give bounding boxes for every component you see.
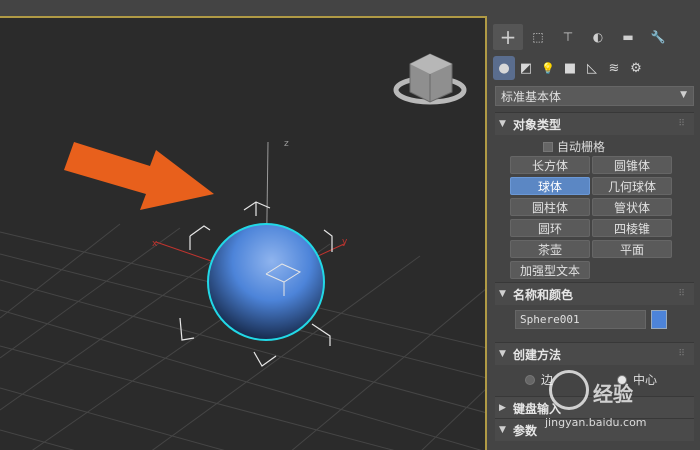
geometry-icon: ● [498,60,510,76]
command-panel: + ⬚ ⊤ ◐ ▬ 🔧 ● ◩ 💡 ■ ◺ ≋ ⚙ 标准基本体 ▼ ▼ 对象类型… [489,16,700,450]
spacewarps-icon: ≋ [608,60,620,76]
drag-handle-icon: ⠿ [678,119,686,129]
object-color-swatch[interactable] [651,310,667,329]
sphere-object[interactable] [207,223,325,341]
collapse-triangle-icon: ▼ [499,349,506,359]
utilities-tab[interactable]: 🔧 [643,24,673,50]
plus-icon: + [499,25,517,49]
display-icon: ▬ [622,30,634,44]
edge-radio[interactable] [525,374,535,385]
tube-button[interactable]: 管状体 [592,198,672,216]
drag-handle-icon: ⠿ [678,349,686,359]
shapes-icon: ◩ [519,60,533,76]
cylinder-button[interactable]: 圆柱体 [510,198,590,216]
collapse-triangle-icon: ▼ [499,425,506,435]
lights-icon: 💡 [541,61,555,75]
parameters-header[interactable]: ▼ 参数 [495,419,694,441]
hierarchy-icon: ⊤ [562,30,574,44]
utilities-icon: 🔧 [650,30,666,44]
chevron-down-icon: ▼ [680,90,687,100]
lights-subtab[interactable]: 💡 [537,56,559,80]
object-type-header[interactable]: ▼ 对象类型 ⠿ [495,113,694,135]
expand-triangle-icon: ▶ [499,403,506,413]
view-cube[interactable] [393,53,467,105]
display-tab[interactable]: ▬ [613,24,643,50]
teapot-button[interactable]: 茶壶 [510,240,590,258]
create-tab[interactable]: + [493,24,523,50]
parameters-rollout: ▼ 参数 [495,418,694,450]
z-axis-label: z [284,139,289,149]
shapes-subtab[interactable]: ◩ [515,56,537,80]
y-axis-label: y [342,237,348,247]
cameras-icon: ■ [563,60,577,76]
keyboard-entry-title: 键盘输入 [513,401,562,416]
helpers-icon: ◺ [587,60,597,76]
collapse-triangle-icon: ▼ [499,289,506,299]
geometry-subtab[interactable]: ● [493,56,515,80]
center-label: 中心 [633,373,658,387]
modify-icon: ⬚ [532,30,544,44]
modify-tab[interactable]: ⬚ [523,24,553,50]
pointer-arrow [64,142,214,210]
autogrid-option[interactable]: 自动栅格 [543,138,605,155]
center-radio[interactable] [617,374,628,385]
name-color-rollout: ▼ 名称和颜色 ⠿ Sphere001 [495,282,694,336]
keyboard-entry-rollout: ▶ 键盘输入 [495,396,694,419]
spacewarps-subtab[interactable]: ≋ [603,56,625,80]
object-type-title: 对象类型 [513,117,562,132]
plane-button[interactable]: 平面 [592,240,672,258]
category-dropdown-value: 标准基本体 [501,89,562,104]
sphere-button[interactable]: 球体 [510,177,590,195]
object-type-rollout: ▼ 对象类型 ⠿ 自动栅格 长方体 圆锥体 球体 几何球体 圆柱体 管状体 圆环… [495,112,694,279]
geosphere-button[interactable]: 几何球体 [592,177,672,195]
motion-tab[interactable]: ◐ [583,24,613,50]
object-name-input[interactable]: Sphere001 [515,310,646,329]
perspective-viewport[interactable]: z x y [0,16,487,450]
top-strip [0,0,700,16]
cone-button[interactable]: 圆锥体 [592,156,672,174]
command-panel-tabs: + ⬚ ⊤ ◐ ▬ 🔧 [493,24,673,50]
parameters-title: 参数 [513,423,538,438]
helpers-subtab[interactable]: ◺ [581,56,603,80]
creation-method-options: 边 中心 [525,371,657,388]
textplus-button[interactable]: 加强型文本 [510,261,590,279]
x-axis-label: x [152,239,158,249]
name-color-header[interactable]: ▼ 名称和颜色 ⠿ [495,283,694,305]
torus-button[interactable]: 圆环 [510,219,590,237]
systems-subtab[interactable]: ⚙ [625,56,647,80]
create-subtabs: ● ◩ 💡 ■ ◺ ≋ ⚙ [493,56,647,80]
hierarchy-tab[interactable]: ⊤ [553,24,583,50]
autogrid-label: 自动栅格 [557,140,606,154]
systems-icon: ⚙ [630,60,642,76]
drag-handle-icon: ⠿ [678,289,686,299]
creation-method-title: 创建方法 [513,347,562,362]
motion-icon: ◐ [592,30,604,44]
viewport-scene: z x y [0,53,485,450]
collapse-triangle-icon: ▼ [499,119,506,129]
name-color-title: 名称和颜色 [513,287,574,302]
creation-method-header[interactable]: ▼ 创建方法 ⠿ [495,343,694,365]
keyboard-entry-header[interactable]: ▶ 键盘输入 [495,397,694,419]
autogrid-checkbox[interactable] [543,141,553,152]
category-dropdown[interactable]: 标准基本体 ▼ [495,86,694,106]
box-button[interactable]: 长方体 [510,156,590,174]
pyramid-button[interactable]: 四棱锥 [592,219,672,237]
creation-method-rollout: ▼ 创建方法 ⠿ 边 中心 [495,342,694,392]
edge-label: 边 [541,373,554,387]
primitive-buttons: 长方体 圆锥体 球体 几何球体 圆柱体 管状体 圆环 四棱锥 茶壶 平面 加强型… [510,156,672,279]
cameras-subtab[interactable]: ■ [559,56,581,80]
